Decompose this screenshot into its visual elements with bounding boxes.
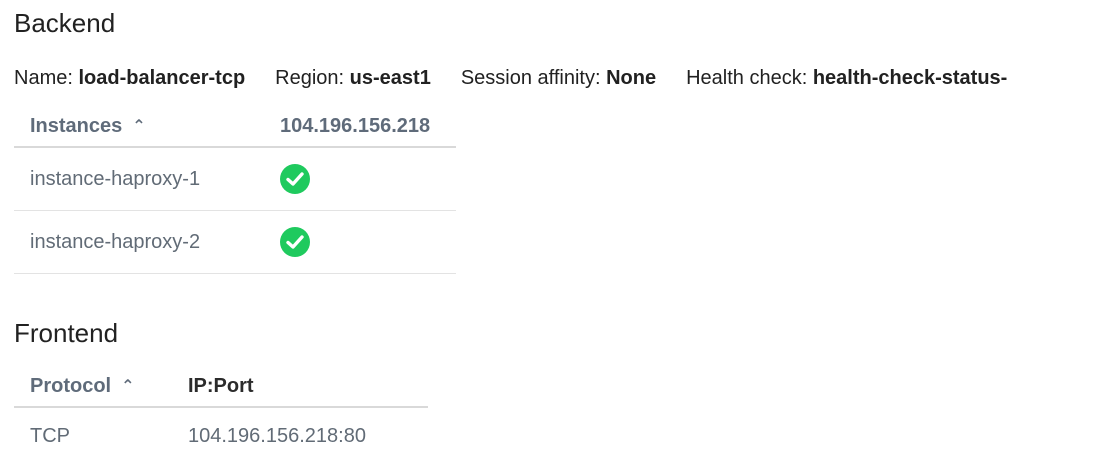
column-header-label: Instances [30, 114, 123, 137]
table-header-row: Protocol ⌃ IP:Port [14, 366, 428, 408]
table-header-row: Instances ⌃ 104.196.156.218 [14, 106, 456, 148]
column-header-ip: 104.196.156.218 [264, 106, 456, 148]
frontend-section-title: Frontend [14, 318, 119, 348]
session-affinity-label: Session affinity: [460, 66, 601, 89]
health-check-value[interactable]: health-check-status- [813, 67, 1008, 90]
region-value: us-east1 [349, 66, 431, 89]
health-status-cell [264, 210, 456, 274]
backend-instances-table: Instances ⌃ 104.196.156.218 instance-hapr… [14, 106, 456, 274]
region-label: Region: [275, 66, 345, 89]
table-row: TCP 104.196.156.218:80 [14, 407, 428, 464]
check-circle-icon [280, 227, 310, 257]
chevron-up-icon[interactable]: ⌃ [121, 376, 134, 396]
check-circle-icon [280, 164, 310, 194]
backend-section-title: Backend [14, 8, 116, 38]
column-header-label: Protocol [30, 374, 112, 397]
health-status-cell [264, 147, 456, 211]
backend-name-meta: Name: load-balancer-tcp [14, 67, 245, 90]
instance-name[interactable]: instance-haproxy-1 [14, 147, 264, 211]
name-label: Name: [14, 66, 73, 89]
backend-region-meta: Region: us-east1 [275, 67, 431, 90]
backend-meta-row: Name: load-balancer-tcp Region: us-east1… [14, 64, 1037, 92]
column-header-ip-port: IP:Port [172, 366, 428, 408]
ip-port-cell: 104.196.156.218:80 [188, 424, 366, 447]
chevron-up-icon[interactable]: ⌃ [132, 116, 145, 136]
frontend-table: Protocol ⌃ IP:Port TCP 104.196.156.218:80 [14, 366, 428, 464]
session-affinity-value: None [606, 66, 657, 89]
table-row: instance-haproxy-1 [14, 147, 456, 211]
backend-health-meta: Health check: health-check-status- [686, 67, 1007, 90]
column-header-instances[interactable]: Instances ⌃ [14, 106, 264, 148]
name-value: load-balancer-tcp [78, 66, 246, 89]
column-header-protocol[interactable]: Protocol ⌃ [14, 366, 172, 408]
table-row: instance-haproxy-2 [14, 210, 456, 274]
health-check-label: Health check: [686, 66, 808, 89]
instance-name[interactable]: instance-haproxy-2 [14, 210, 264, 274]
protocol-cell: TCP [30, 424, 70, 447]
backend-affinity-meta: Session affinity: None [461, 67, 656, 90]
